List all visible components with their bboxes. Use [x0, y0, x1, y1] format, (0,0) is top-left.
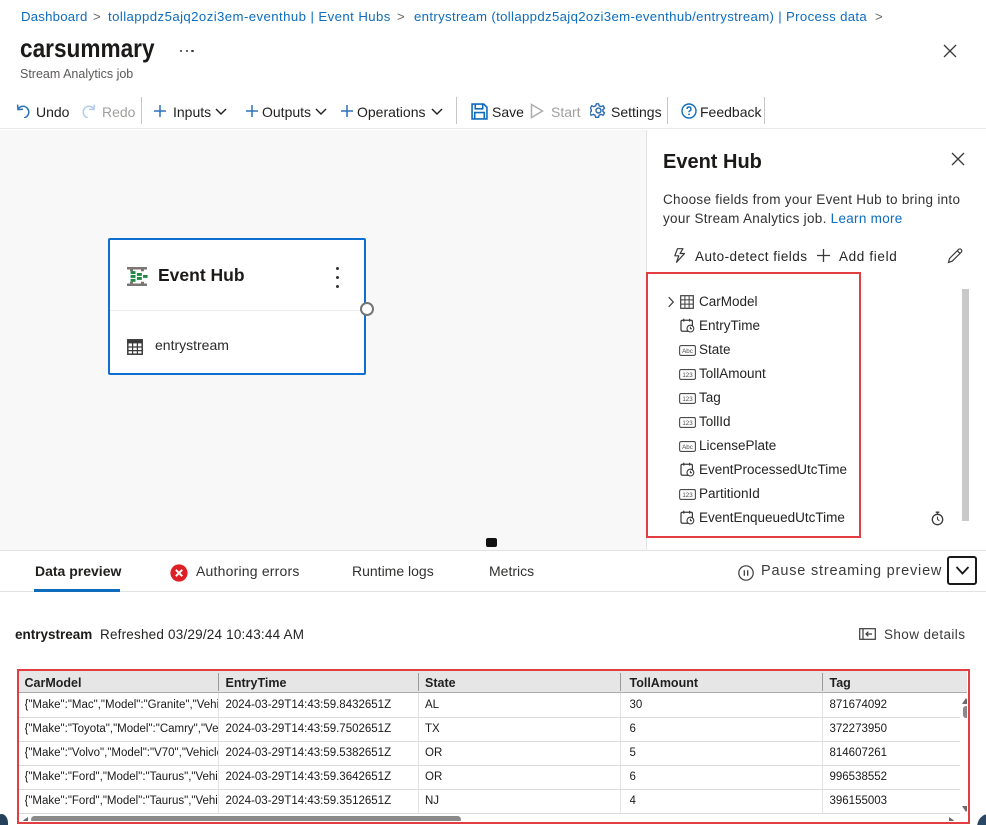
svg-text:Abc: Abc	[682, 444, 693, 451]
svg-text:123: 123	[682, 420, 693, 427]
svg-text:123: 123	[682, 396, 693, 403]
svg-text:123: 123	[682, 492, 693, 499]
svg-text:Abc: Abc	[682, 348, 693, 355]
svg-text:123: 123	[682, 372, 693, 379]
